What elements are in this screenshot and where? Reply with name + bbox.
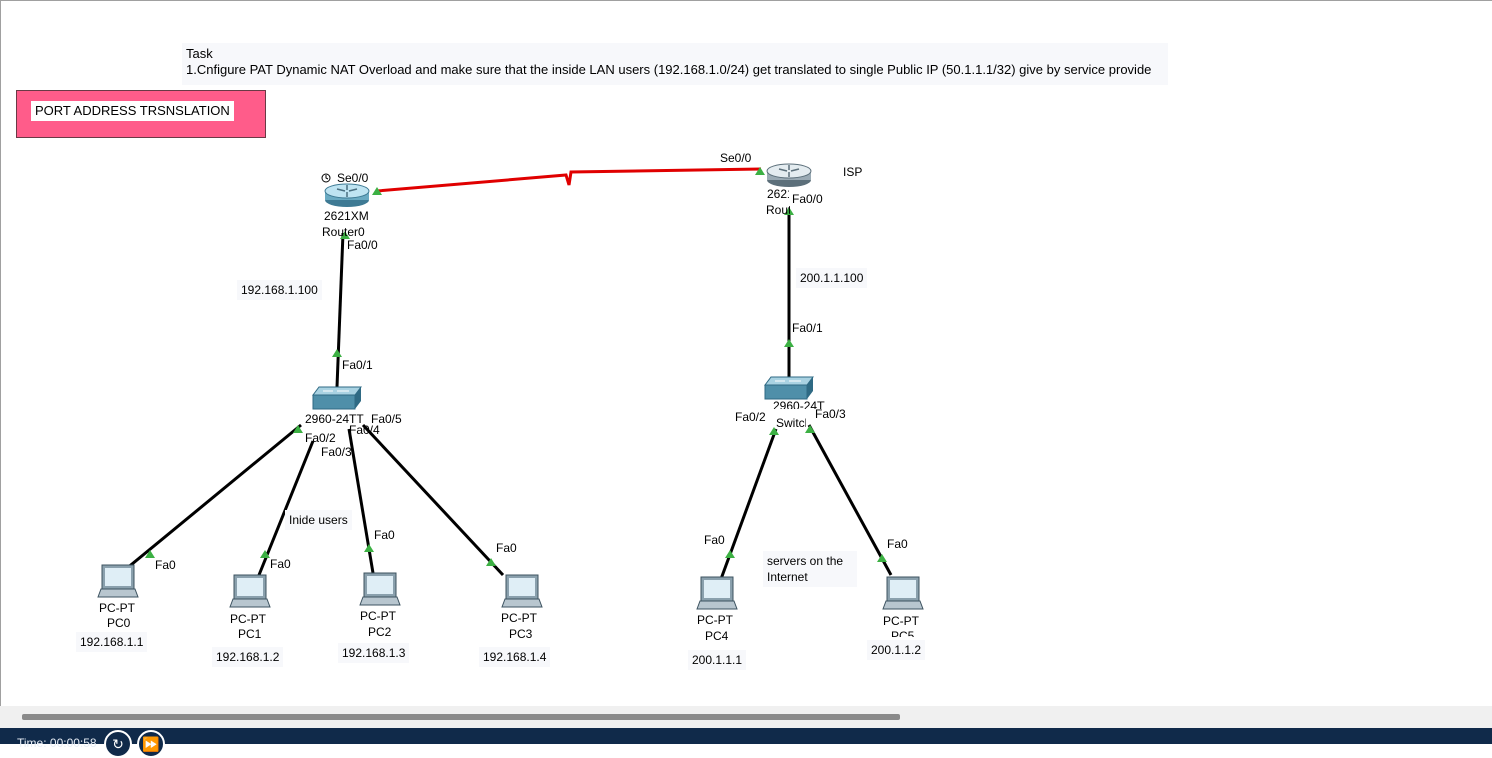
- reset-time-button[interactable]: ↻: [104, 730, 132, 758]
- isp-router-icon[interactable]: [766, 163, 812, 187]
- horizontal-scrollbar[interactable]: [0, 706, 1492, 728]
- inside-users-note[interactable]: Inide users: [285, 510, 352, 530]
- title-box[interactable]: PORT ADDRESS TRSNSLATION: [16, 90, 266, 138]
- pc3-type-label: PC-PT: [501, 611, 537, 625]
- switch1-name-label: Switch1: [776, 416, 806, 430]
- pc0-ip-note[interactable]: 192.168.1.1: [76, 632, 148, 652]
- pc0-fa-label: Fa0: [155, 558, 176, 572]
- pc4-type-label: PC-PT: [697, 613, 733, 627]
- pc1-ip-note[interactable]: 192.168.1.2: [212, 647, 284, 667]
- refresh-icon: ↻: [112, 736, 124, 752]
- task-heading: Task: [186, 46, 213, 61]
- pc5-fa-label: Fa0: [887, 537, 908, 551]
- isp-name-label: Router1: [766, 203, 790, 217]
- pc4-name-label: PC4: [705, 629, 729, 643]
- pc5-type-label: PC-PT: [883, 614, 919, 628]
- switch0-fa1-label: Fa0/1: [342, 358, 373, 372]
- pc1-name-label: PC1: [238, 627, 262, 641]
- switch1-icon[interactable]: [764, 376, 814, 400]
- pc3-name-label: PC3: [509, 627, 533, 641]
- isp-lan-ip-note[interactable]: 200.1.1.100: [796, 268, 868, 288]
- servers-note[interactable]: servers on the Internet: [763, 551, 857, 587]
- pc2-fa-label: Fa0: [374, 528, 395, 542]
- pc5-ip-note[interactable]: 200.1.1.2: [867, 640, 926, 660]
- isp-label: ISP: [843, 165, 863, 179]
- scrollbar-thumb[interactable]: [22, 714, 900, 720]
- switch0-icon[interactable]: [312, 386, 362, 410]
- router0-se-port-label: Se0/0: [337, 171, 369, 185]
- port-status-indicators: [145, 167, 887, 566]
- pc4-fa-label: Fa0: [704, 533, 725, 547]
- pc3-icon[interactable]: [501, 574, 543, 608]
- isp-model-label: 2621XM: [767, 187, 789, 201]
- bottom-status-bar: Time: 00:00:58 ↻ ⏩: [0, 728, 1492, 758]
- link-switch0-pc0[interactable]: [125, 423, 302, 571]
- router0-fa-port-label: Fa0/0: [347, 238, 378, 252]
- lan-gateway-note[interactable]: 192.168.1.100: [237, 280, 322, 300]
- fast-forward-button[interactable]: ⏩: [137, 730, 165, 758]
- task-note[interactable]: Task 1.Cnfigure PAT Dynamic NAT Overload…: [182, 43, 1168, 85]
- router0-model-label: 2621XM: [324, 209, 369, 223]
- pc2-type-label: PC-PT: [360, 609, 396, 623]
- switch0-fa2-label: Fa0/2: [305, 431, 336, 442]
- time-label: Time: 00:00:58: [17, 736, 97, 750]
- pc1-type-label: PC-PT: [230, 612, 266, 626]
- pc0-icon[interactable]: [97, 564, 139, 598]
- switch1-fa1-label: Fa0/1: [792, 321, 823, 335]
- switch1-fa3-label: Fa0/3: [815, 407, 846, 421]
- pc3-ip-note[interactable]: 192.168.1.4: [479, 647, 551, 667]
- pc3-fa-label: Fa0: [496, 541, 517, 555]
- pc5-name-label: PC5: [891, 629, 915, 637]
- fast-forward-icon: ⏩: [142, 736, 160, 752]
- pc2-icon[interactable]: [359, 572, 401, 606]
- pc0-name-label: PC0: [107, 616, 131, 630]
- isp-se-port-label: Se0/0: [720, 151, 752, 165]
- router0-icon[interactable]: [324, 183, 370, 207]
- switch1-fa2-label: Fa0/2: [735, 410, 766, 424]
- isp-fa-port-label: Fa0/0: [792, 192, 823, 206]
- task-line: 1.Cnfigure PAT Dynamic NAT Overload and …: [186, 62, 1152, 77]
- pc1-fa-label: Fa0: [270, 557, 291, 571]
- link-switch0-pc3[interactable]: [361, 423, 505, 577]
- pc5-icon[interactable]: [882, 576, 924, 610]
- logical-workspace[interactable]: Task 1.Cnfigure PAT Dynamic NAT Overload…: [0, 0, 1492, 706]
- switch0-fa4-label: Fa0/4: [349, 423, 380, 434]
- serial-link[interactable]: [376, 167, 762, 193]
- clock-icon: [321, 173, 331, 183]
- pc0-type-label: PC-PT: [99, 601, 135, 615]
- pc2-name-label: PC2: [368, 625, 392, 639]
- title-box-label: PORT ADDRESS TRSNSLATION: [31, 101, 234, 121]
- switch0-fa3-label: Fa0/3: [321, 445, 352, 459]
- router0-name-label: Router0: [322, 225, 365, 236]
- pc1-icon[interactable]: [229, 574, 271, 608]
- pc4-icon[interactable]: [696, 576, 738, 610]
- pc2-ip-note[interactable]: 192.168.1.3: [338, 643, 410, 663]
- pc4-ip-note[interactable]: 200.1.1.1: [688, 650, 747, 670]
